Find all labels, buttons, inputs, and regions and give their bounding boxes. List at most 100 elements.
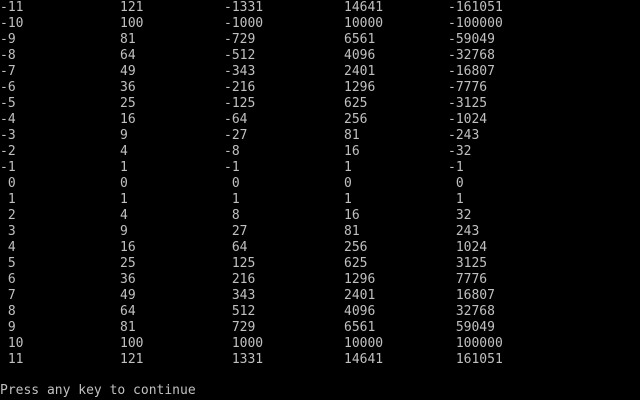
cell-fifth-power: -161051 xyxy=(448,0,503,15)
cell-fifth-power: -1024 xyxy=(448,112,488,127)
cell-n: 2 xyxy=(0,208,16,223)
cell-fourth-power: 6561 xyxy=(344,320,376,335)
cell-fifth-power: -243 xyxy=(448,128,480,143)
cell-fifth-power: 161051 xyxy=(448,352,503,367)
cell-n: 7 xyxy=(0,288,16,303)
cell-cube: -27 xyxy=(224,128,248,143)
cell-fourth-power: 0 xyxy=(344,176,352,191)
cell-fourth-power: 2401 xyxy=(344,288,376,303)
cell-cube: 0 xyxy=(224,176,240,191)
cell-fifth-power: 1 xyxy=(448,192,464,207)
cell-n: 1 xyxy=(0,192,16,207)
cell-fourth-power: 6561 xyxy=(344,32,376,47)
cell-square: 81 xyxy=(120,320,136,335)
cell-square: 121 xyxy=(120,352,144,367)
cell-n: -3 xyxy=(0,128,16,143)
cell-n: -8 xyxy=(0,48,16,63)
cell-fifth-power: 32768 xyxy=(448,304,495,319)
cell-n: -2 xyxy=(0,144,16,159)
cell-fifth-power: 59049 xyxy=(448,320,495,335)
console-window: -11 121 -1331 14641 -161051 -10 100 -1000 10000-… xyxy=(0,0,640,400)
cell-cube: -512 xyxy=(224,48,256,63)
cell-square: 49 xyxy=(120,288,136,303)
cell-fifth-power: 3125 xyxy=(448,256,488,271)
cell-n: 4 xyxy=(0,240,16,255)
cell-n: -10 xyxy=(0,16,24,31)
cell-fifth-power: 100000 xyxy=(448,336,503,351)
cell-cube: 125 xyxy=(224,256,256,271)
cell-cube: 216 xyxy=(224,272,256,287)
cell-n: 11 xyxy=(0,352,24,367)
cell-n: -7 xyxy=(0,64,16,79)
cell-cube: -1 xyxy=(224,160,240,175)
cell-square: 100 xyxy=(120,16,144,31)
cell-fourth-power: 625 xyxy=(344,96,368,111)
cell-fourth-power: 4096 xyxy=(344,304,376,319)
cell-square: 4 xyxy=(120,208,128,223)
cell-n: -1 xyxy=(0,160,16,175)
cell-square: 121 xyxy=(120,0,144,15)
cell-square: 9 xyxy=(120,224,128,239)
cell-square: 25 xyxy=(120,256,136,271)
cell-square: 64 xyxy=(120,48,136,63)
cell-cube: -729 xyxy=(224,32,256,47)
cell-n: -9 xyxy=(0,32,16,47)
cell-cube: -343 xyxy=(224,64,256,79)
cell-n: 6 xyxy=(0,272,16,287)
cell-square: 16 xyxy=(120,240,136,255)
cell-cube: 1331 xyxy=(224,352,264,367)
cell-fourth-power: 10000 xyxy=(344,16,384,31)
cell-fourth-power: 256 xyxy=(344,112,368,127)
cell-square: 100 xyxy=(120,336,144,351)
cell-square: 4 xyxy=(120,144,128,159)
cell-fifth-power: 32 xyxy=(448,208,472,223)
cell-n: 8 xyxy=(0,304,16,319)
cell-fourth-power: 4096 xyxy=(344,48,376,63)
cell-n: -6 xyxy=(0,80,16,95)
cell-fifth-power: 1024 xyxy=(448,240,488,255)
cell-fourth-power: 625 xyxy=(344,256,368,271)
cell-n: 3 xyxy=(0,224,16,239)
cell-cube: 1 xyxy=(224,192,240,207)
cell-cube: -64 xyxy=(224,112,248,127)
cell-cube: -1331 xyxy=(224,0,264,15)
cell-fourth-power: 1296 xyxy=(344,80,376,95)
cell-cube: 729 xyxy=(224,320,256,335)
cell-cube: 1000 xyxy=(224,336,264,351)
cell-fifth-power: 7776 xyxy=(448,272,488,287)
cell-fifth-power: -1 xyxy=(448,160,464,175)
cell-square: 49 xyxy=(120,64,136,79)
cell-n: 9 xyxy=(0,320,16,335)
cell-n: 0 xyxy=(0,176,16,191)
cell-square: 0 xyxy=(120,176,128,191)
cell-fourth-power: 10000 xyxy=(344,336,384,351)
cell-square: 36 xyxy=(120,272,136,287)
cell-cube: -216 xyxy=(224,80,256,95)
cell-n: -11 xyxy=(0,0,24,15)
cell-cube: 8 xyxy=(224,208,240,223)
cell-fifth-power: -32 xyxy=(448,144,472,159)
cell-square: 81 xyxy=(120,32,136,47)
cell-fourth-power: 1 xyxy=(344,160,352,175)
cell-fifth-power: 0 xyxy=(448,176,464,191)
cell-cube: -125 xyxy=(224,96,256,111)
cell-fourth-power: 256 xyxy=(344,240,368,255)
cell-cube: 512 xyxy=(224,304,256,319)
cell-cube: 27 xyxy=(224,224,248,239)
cell-fifth-power: -7776 xyxy=(448,80,488,95)
cell-fourth-power: 14641 xyxy=(344,352,384,367)
cell-fifth-power: -59049 xyxy=(448,32,495,47)
cell-n: 10 xyxy=(0,336,24,351)
cell-fourth-power: 16 xyxy=(344,144,360,159)
cell-fourth-power: 1 xyxy=(344,192,352,207)
cell-square: 1 xyxy=(120,192,128,207)
cell-fourth-power: 81 xyxy=(344,128,360,143)
cell-fifth-power: -100000 xyxy=(448,16,503,31)
continue-prompt[interactable]: Press any key to continue xyxy=(0,383,196,399)
cell-fourth-power: 81 xyxy=(344,224,360,239)
cell-fourth-power: 2401 xyxy=(344,64,376,79)
cell-cube: -1000 xyxy=(224,16,264,31)
cell-square: 1 xyxy=(120,160,128,175)
cell-square: 9 xyxy=(120,128,128,143)
cell-square: 16 xyxy=(120,112,136,127)
